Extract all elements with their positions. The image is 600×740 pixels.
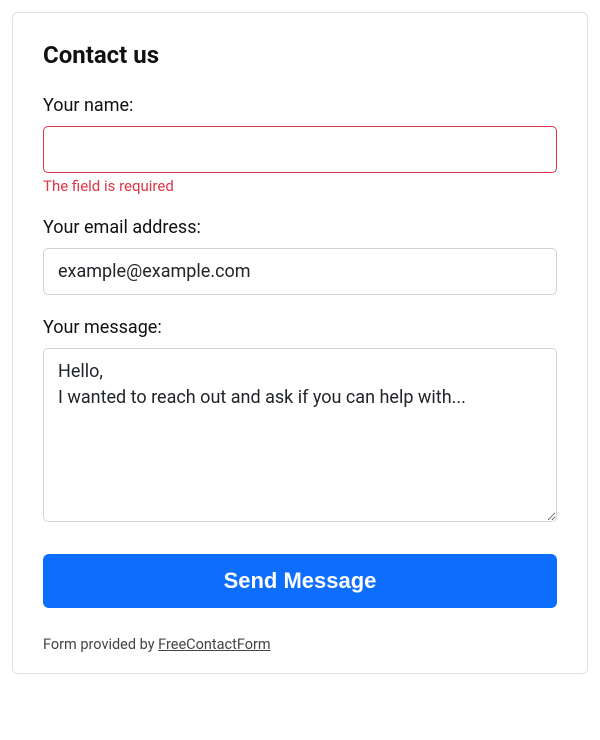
- form-title: Contact us: [43, 41, 557, 69]
- footer-link[interactable]: FreeContactForm: [158, 636, 270, 653]
- message-textarea[interactable]: Hello, I wanted to reach out and ask if …: [43, 348, 557, 521]
- contact-form-card: Contact us Your name: The field is requi…: [12, 12, 588, 674]
- name-label: Your name:: [43, 95, 557, 116]
- email-field-group: Your email address:: [43, 217, 557, 295]
- form-footer: Form provided by FreeContactForm: [43, 636, 557, 653]
- message-field-group: Your message: Hello, I wanted to reach o…: [43, 317, 557, 525]
- name-field-group: Your name: The field is required: [43, 95, 557, 195]
- name-error-text: The field is required: [43, 177, 557, 195]
- email-input[interactable]: [43, 248, 557, 295]
- email-label: Your email address:: [43, 217, 557, 238]
- name-input[interactable]: [43, 126, 557, 173]
- send-message-button[interactable]: Send Message: [43, 554, 557, 608]
- footer-prefix: Form provided by: [43, 636, 158, 653]
- message-label: Your message:: [43, 317, 557, 338]
